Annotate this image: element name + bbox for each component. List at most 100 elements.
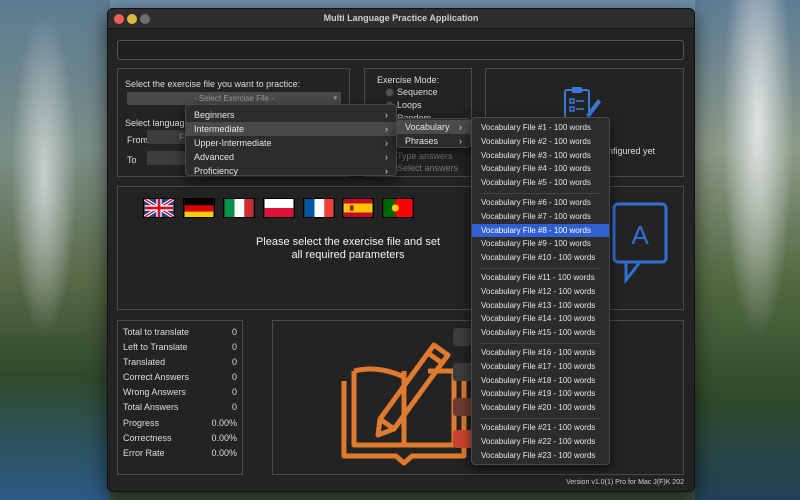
desktop-wallpaper-right [695, 0, 800, 500]
menu-item-label: Advanced [194, 152, 235, 162]
stat-row: Total Answers 0 [123, 400, 237, 415]
menu-item-vocabulary-file[interactable]: Vocabulary File #12 - 100 words [472, 285, 609, 299]
menu-item-vocabulary-file[interactable]: Vocabulary File #4 - 100 words [472, 162, 609, 176]
menu-item-vocabulary-file-selected[interactable]: Vocabulary File #8 - 100 words [472, 223, 609, 238]
level-menu: Beginners › Intermediate › Upper-Interme… [185, 104, 397, 176]
instructions-line-2: all required parameters [291, 249, 405, 261]
menu-item-vocabulary-file[interactable]: Vocabulary File #13 - 100 words [472, 299, 609, 313]
stat-value: 0 [231, 342, 237, 352]
stat-row: Correct Answers 0 [123, 370, 237, 385]
stat-name: Left to Translate [123, 342, 188, 352]
menu-item-vocabulary-file[interactable]: Vocabulary File #10 - 100 words [472, 251, 609, 265]
stat-value: 0.00% [211, 448, 237, 458]
chevron-right-icon: › [385, 152, 388, 162]
stat-value: 0 [231, 357, 237, 367]
menu-item-vocabulary-file[interactable]: Vocabulary File #3 - 100 words [472, 149, 609, 163]
exercise-file-select-value: - Select Exercise File - [193, 94, 275, 103]
desktop-wallpaper-left [0, 0, 110, 500]
svg-text:A: A [631, 220, 649, 250]
menu-item-vocabulary-file[interactable]: Vocabulary File #19 - 100 words [472, 387, 609, 401]
exercise-mode-title: Exercise Mode: [377, 75, 440, 85]
menu-item-vocabulary-file[interactable]: Vocabulary File #1 - 100 words [472, 121, 609, 135]
menu-item-vocabulary-file[interactable]: Vocabulary File #21 - 100 words [472, 421, 609, 435]
stat-name: Error Rate [123, 448, 165, 458]
menu-item-label: Upper-Intermediate [194, 138, 272, 148]
portugal-flag[interactable] [382, 198, 414, 218]
instructions-message: Please select the exercise file and set … [238, 236, 458, 262]
stat-name: Total Answers [123, 402, 179, 412]
chevron-right-icon: › [385, 124, 388, 134]
menu-item-vocabulary-file[interactable]: Vocabulary File #9 - 100 words [472, 237, 609, 251]
stat-name: Total to translate [123, 327, 190, 337]
menu-item-phrases[interactable]: Phrases › [397, 134, 470, 148]
stat-row: Error Rate 0.00% [123, 446, 237, 461]
stat-row: Total to translate 0 [123, 325, 237, 340]
stat-value: 0 [231, 387, 237, 397]
sequence-radio[interactable] [385, 88, 394, 97]
instructions-line-1: Please select the exercise file and set [255, 236, 441, 248]
type-menu: Vocabulary › Phrases › [396, 118, 471, 148]
chevron-right-icon: › [459, 136, 462, 146]
stat-value: 0 [231, 372, 237, 382]
exercise-text-field[interactable] [117, 40, 684, 60]
menu-item-upper-intermediate[interactable]: Upper-Intermediate › [186, 136, 396, 150]
chevron-right-icon: › [385, 110, 388, 120]
menu-item-vocabulary-file[interactable]: Vocabulary File #22 - 100 words [472, 435, 609, 449]
poland-flag[interactable] [263, 198, 295, 218]
menu-item-label: Vocabulary [405, 122, 450, 132]
menu-item-vocabulary-file[interactable]: Vocabulary File #7 - 100 words [472, 210, 609, 224]
file-prompt-label: Select the exercise file you want to pra… [125, 79, 301, 89]
menu-item-proficiency[interactable]: Proficiency › [186, 164, 396, 178]
menu-item-vocabulary-file[interactable]: Vocabulary File #20 - 100 words [472, 401, 609, 415]
france-flag[interactable] [303, 198, 335, 218]
question-answer-icon: A [612, 202, 668, 285]
uk-flag[interactable] [143, 198, 175, 218]
stat-name: Progress [123, 418, 160, 428]
menu-item-vocabulary-file[interactable]: Vocabulary File #23 - 100 words [472, 449, 609, 463]
menu-item-vocabulary[interactable]: Vocabulary › [397, 120, 470, 134]
stat-value: 0.00% [211, 418, 237, 428]
stat-value: 0 [231, 327, 237, 337]
status-message: nfigured yet [608, 146, 656, 156]
menu-item-vocabulary-file[interactable]: Vocabulary File #6 - 100 words [472, 196, 609, 210]
statistics-panel: Total to translate 0 Left to Translate 0… [117, 320, 243, 475]
stat-name: Translated [123, 357, 166, 367]
loops-radio-label: Loops [397, 100, 422, 110]
menu-item-vocabulary-file[interactable]: Vocabulary File #15 - 100 words [472, 326, 609, 340]
title-bar: Multi Language Practice Application [108, 9, 694, 29]
menu-item-vocabulary-file[interactable]: Vocabulary File #16 - 100 words [472, 346, 609, 360]
chevron-right-icon: › [385, 166, 388, 176]
version-label: Version v1.0(1) Pro for Mac J(F)K 202 [566, 479, 684, 486]
germany-flag[interactable] [183, 198, 215, 218]
stat-name: Correctness [123, 433, 172, 443]
menu-item-label: Phrases [405, 136, 439, 146]
stat-row: Translated 0 [123, 355, 237, 370]
menu-item-label: Beginners [194, 110, 235, 120]
menu-item-vocabulary-file[interactable]: Vocabulary File #14 - 100 words [472, 312, 609, 326]
select-answers-label: Select answers [397, 163, 459, 173]
menu-item-vocabulary-file[interactable]: Vocabulary File #11 - 100 words [472, 271, 609, 285]
stat-row: Correctness 0.00% [123, 431, 237, 446]
from-label: From [127, 135, 148, 145]
chevron-right-icon: › [385, 138, 388, 148]
spain-flag[interactable] [342, 198, 374, 218]
menu-item-label: Intermediate [194, 124, 245, 134]
menu-item-vocabulary-file[interactable]: Vocabulary File #5 - 100 words [472, 176, 609, 190]
menu-item-vocabulary-file[interactable]: Vocabulary File #17 - 100 words [472, 360, 609, 374]
stat-value: 0 [231, 402, 237, 412]
menu-item-intermediate[interactable]: Intermediate › [186, 122, 396, 136]
to-label: To [127, 155, 137, 165]
italy-flag[interactable] [223, 198, 255, 218]
menu-item-beginners[interactable]: Beginners › [186, 108, 396, 122]
window-title: Multi Language Practice Application [323, 13, 479, 23]
menu-item-vocabulary-file[interactable]: Vocabulary File #18 - 100 words [472, 374, 609, 388]
stat-row: Wrong Answers 0 [123, 385, 237, 400]
language-label: Select language [125, 118, 190, 128]
vocabulary-file-menu: Vocabulary File #1 - 100 words Vocabular… [471, 117, 610, 465]
chevron-right-icon: › [459, 122, 462, 132]
sequence-radio-label: Sequence [397, 87, 438, 97]
menu-item-advanced[interactable]: Advanced › [186, 150, 396, 164]
stat-name: Wrong Answers [123, 387, 186, 397]
menu-item-label: Proficiency [194, 166, 239, 176]
menu-item-vocabulary-file[interactable]: Vocabulary File #2 - 100 words [472, 135, 609, 149]
